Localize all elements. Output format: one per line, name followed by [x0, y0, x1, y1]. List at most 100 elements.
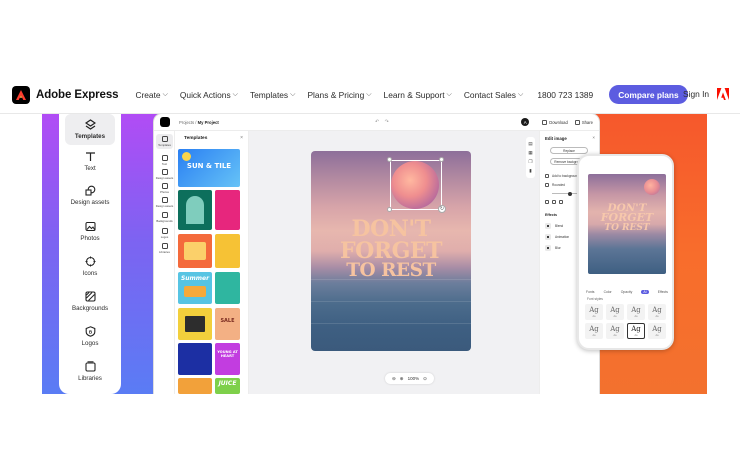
- app-rail-backgrounds[interactable]: Backgrounds: [154, 212, 175, 223]
- artwork-headline[interactable]: DON'T FORGET TO REST: [311, 218, 471, 280]
- chevron-down-icon: ⌵: [162, 90, 168, 98]
- font-style-option-selected[interactable]: Ag Aa: [627, 323, 645, 339]
- card-decoration: [184, 242, 206, 260]
- font-glyph: Ag: [631, 306, 641, 314]
- template-card[interactable]: Summer: [178, 272, 212, 304]
- rail-item-libraries[interactable]: Libraries: [59, 360, 121, 382]
- resize-handle[interactable]: [387, 157, 392, 162]
- rail-item-backgrounds[interactable]: Backgrounds: [59, 290, 121, 312]
- resize-handle[interactable]: [439, 157, 444, 162]
- design-artwork[interactable]: ↻ DON'T FORGET TO REST: [311, 151, 471, 351]
- template-card[interactable]: [178, 378, 212, 394]
- menu-learn-support-label: Learn & Support: [383, 89, 445, 100]
- rotate-icon[interactable]: ↻: [438, 205, 446, 213]
- rail-item-templates[interactable]: Templates: [65, 114, 115, 145]
- download-button[interactable]: Download: [542, 119, 568, 125]
- add-to-background-row[interactable]: Add to background: [545, 174, 579, 178]
- rail-item-icons[interactable]: Icons: [59, 255, 121, 277]
- rail-item-text[interactable]: Text: [59, 150, 121, 172]
- animation-icon[interactable]: [545, 234, 551, 240]
- app-rail-text[interactable]: Text: [154, 155, 175, 166]
- template-card[interactable]: [178, 190, 212, 230]
- template-card[interactable]: [178, 308, 212, 340]
- rail-item-logos[interactable]: B Logos: [59, 325, 121, 347]
- phone-headline: DON'T FORGET TO REST: [588, 203, 666, 233]
- template-card[interactable]: SALE: [215, 308, 240, 340]
- template-card-text: Summer: [180, 275, 210, 282]
- rail-item-photos[interactable]: Photos: [59, 220, 121, 242]
- template-card[interactable]: [178, 343, 212, 375]
- phone-tab-effects[interactable]: Effects: [658, 290, 668, 294]
- font-name: Aa: [613, 334, 617, 337]
- close-icon[interactable]: ×: [240, 135, 243, 141]
- font-style-option[interactable]: Ag Aa: [648, 323, 666, 339]
- phone-number-link[interactable]: 1800 723 1389: [537, 90, 593, 100]
- selection-box[interactable]: [390, 160, 442, 210]
- template-card[interactable]: SUN & TILE: [178, 149, 240, 187]
- close-icon[interactable]: ×: [592, 135, 595, 140]
- phone-tab-fonts[interactable]: Fonts: [586, 290, 594, 294]
- template-card[interactable]: [215, 272, 240, 304]
- template-card[interactable]: JUICE: [215, 378, 240, 394]
- phone-tab-color[interactable]: Color: [604, 290, 612, 294]
- replace-button[interactable]: Replace: [550, 147, 588, 154]
- fit-icon[interactable]: ⊙: [423, 376, 427, 382]
- phone-artwork[interactable]: DON'T FORGET TO REST: [588, 174, 666, 274]
- layers-icon[interactable]: ▤: [528, 141, 532, 147]
- grid-icon[interactable]: ▦: [528, 150, 532, 156]
- template-card[interactable]: [215, 234, 240, 268]
- app-logo-icon[interactable]: [160, 117, 170, 127]
- font-style-option[interactable]: Ag Aa: [627, 304, 645, 320]
- compare-plans-button[interactable]: Compare plans: [609, 85, 688, 104]
- undo-redo-icon[interactable]: ↶ ↷: [375, 119, 391, 125]
- avatar[interactable]: A: [521, 118, 530, 126]
- menu-create[interactable]: Create ⌵: [135, 90, 167, 100]
- breadcrumb-current[interactable]: My Project: [198, 120, 219, 125]
- menu-templates[interactable]: Templates ⌵: [250, 90, 295, 100]
- template-card[interactable]: YOUNG AT HEART: [215, 343, 240, 375]
- menu-learn-support[interactable]: Learn & Support ⌵: [384, 90, 452, 100]
- breadcrumb-parent[interactable]: Projects: [179, 120, 194, 125]
- font-style-option[interactable]: Ag Aa: [606, 323, 624, 339]
- blur-icon[interactable]: [545, 245, 551, 251]
- delete-icon[interactable]: ▮: [529, 168, 531, 174]
- zoom-out-icon[interactable]: ⊖: [392, 376, 396, 382]
- app-rail-design-assets-2[interactable]: Design assets: [154, 197, 175, 208]
- app-rail-photos[interactable]: Photos: [154, 183, 175, 194]
- template-card[interactable]: [215, 190, 240, 230]
- app-rail-design-assets[interactable]: Design assets: [154, 169, 175, 180]
- menu-contact-sales[interactable]: Contact Sales ⌵: [464, 90, 523, 100]
- font-style-option[interactable]: Ag Aa: [606, 304, 624, 320]
- template-card[interactable]: [178, 234, 212, 268]
- font-glyph: Ag: [652, 306, 662, 314]
- effect-animation-label[interactable]: Animation: [555, 235, 569, 239]
- blend-icon[interactable]: [545, 223, 551, 229]
- sign-in-link[interactable]: Sign In: [683, 89, 709, 99]
- app-rail-templates[interactable]: Templates: [156, 134, 173, 149]
- menu-plans-pricing[interactable]: Plans & Pricing ⌵: [307, 90, 371, 100]
- zoom-level[interactable]: 100%: [408, 376, 420, 381]
- phone-tab-opacity[interactable]: Opacity: [621, 290, 633, 294]
- menu-quick-actions[interactable]: Quick Actions ⌵: [180, 90, 238, 100]
- phone-tab-ai[interactable]: AI: [641, 290, 649, 294]
- flip-horizontal-icon[interactable]: [545, 200, 549, 204]
- font-style-option[interactable]: Ag Aa: [648, 304, 666, 320]
- font-style-option[interactable]: Ag Aa: [585, 304, 603, 320]
- zoom-in-icon[interactable]: ⊕: [400, 376, 404, 382]
- rounded-row[interactable]: Rounded: [545, 183, 565, 187]
- rail-item-design-assets[interactable]: Design assets: [59, 184, 121, 206]
- flip-vertical-icon[interactable]: [552, 200, 556, 204]
- effect-blend-label[interactable]: Blend: [555, 224, 563, 228]
- resize-handle[interactable]: [387, 207, 392, 212]
- slider-knob[interactable]: [568, 191, 572, 196]
- share-button[interactable]: Share: [574, 119, 593, 125]
- template-card-text: JUICE: [218, 380, 237, 387]
- font-style-option[interactable]: Ag Aa: [585, 323, 603, 339]
- effect-blur-label[interactable]: Blur: [555, 246, 561, 250]
- app-rail-logos[interactable]: Logos: [154, 228, 175, 239]
- duplicate-icon[interactable]: ❐: [528, 159, 532, 165]
- brand[interactable]: Adobe Express: [12, 85, 119, 104]
- crop-icon[interactable]: [559, 200, 563, 204]
- app-rail-libraries[interactable]: Libraries: [154, 243, 175, 254]
- adobe-logo-icon[interactable]: [716, 87, 730, 101]
